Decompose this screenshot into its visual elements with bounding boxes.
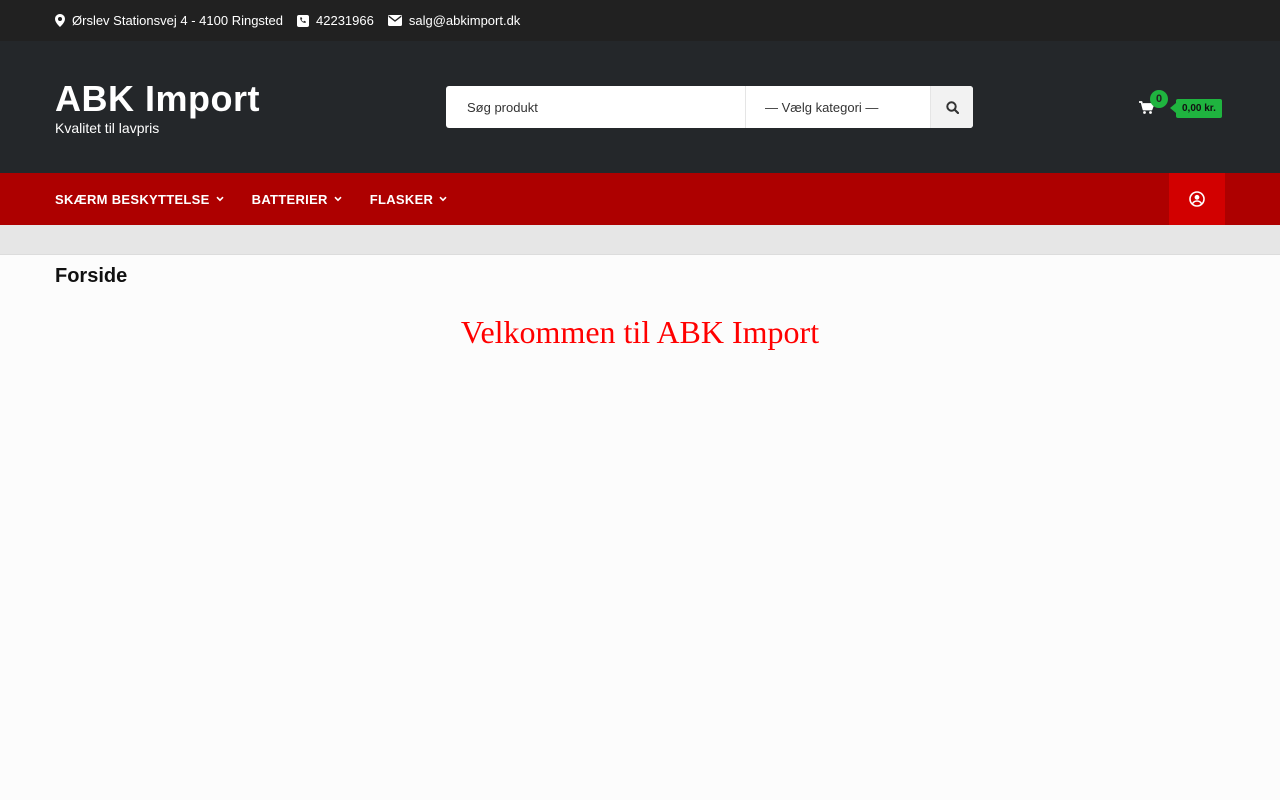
nav-item-skaerm-beskyttelse[interactable]: SKÆRM BESKYTTELSE bbox=[55, 192, 224, 207]
envelope-icon bbox=[387, 15, 402, 26]
nav-item-label: FLASKER bbox=[369, 191, 434, 207]
address-text: Ørslev Stationsvej 4 - 4100 Ringsted bbox=[72, 13, 283, 28]
email-info[interactable]: salg@abkimport.dk bbox=[387, 13, 520, 28]
nav-item-batterier[interactable]: BATTERIER bbox=[252, 192, 342, 207]
phone-text[interactable]: 42231966 bbox=[316, 13, 374, 28]
category-select[interactable]: — Vælg kategori — bbox=[746, 86, 930, 128]
account-button[interactable] bbox=[1169, 173, 1225, 225]
email-text[interactable]: salg@abkimport.dk bbox=[409, 13, 520, 28]
user-circle-icon bbox=[1189, 191, 1205, 207]
welcome-heading: Velkommen til ABK Import bbox=[460, 314, 820, 350]
logo-tagline: Kvalitet til lavpris bbox=[55, 120, 160, 136]
logo-name[interactable]: ABK Import bbox=[55, 79, 260, 119]
cart-count-badge: 0 bbox=[1150, 90, 1168, 108]
chevron-down-icon bbox=[216, 196, 224, 202]
phone-icon bbox=[297, 14, 309, 27]
nav-item-flasker[interactable]: FLASKER bbox=[370, 192, 448, 207]
chevron-down-icon bbox=[439, 196, 447, 202]
nav-item-label: SKÆRM BESKYTTELSE bbox=[55, 191, 210, 207]
search-icon bbox=[945, 100, 959, 114]
site-logo[interactable]: ABK Import Kvalitet til lavpris bbox=[55, 79, 260, 137]
phone-info[interactable]: 42231966 bbox=[297, 13, 374, 28]
search-button[interactable] bbox=[930, 86, 973, 128]
chevron-down-icon bbox=[334, 196, 342, 202]
cart-total: 0,00 kr. bbox=[1170, 99, 1222, 118]
address-info: Ørslev Stationsvej 4 - 4100 Ringsted bbox=[55, 13, 283, 28]
page-title: Forside bbox=[55, 265, 128, 287]
mini-cart[interactable]: 0 0,00 kr. bbox=[1139, 90, 1229, 123]
main-navigation: SKÆRM BESKYTTELSE BATTERIER FLASKER bbox=[0, 173, 1280, 225]
search-input[interactable]: Søg produkt bbox=[446, 86, 746, 128]
top-info-bar: Ørslev Stationsvej 4 - 4100 Ringsted 422… bbox=[0, 0, 1280, 41]
map-marker-icon bbox=[55, 14, 65, 27]
breadcrumb-strip bbox=[0, 225, 1280, 255]
nav-item-label: BATTERIER bbox=[251, 191, 328, 207]
site-header: ABK Import Kvalitet til lavpris Søg prod… bbox=[0, 41, 1280, 173]
product-search: Søg produkt — Vælg kategori — bbox=[446, 86, 973, 128]
